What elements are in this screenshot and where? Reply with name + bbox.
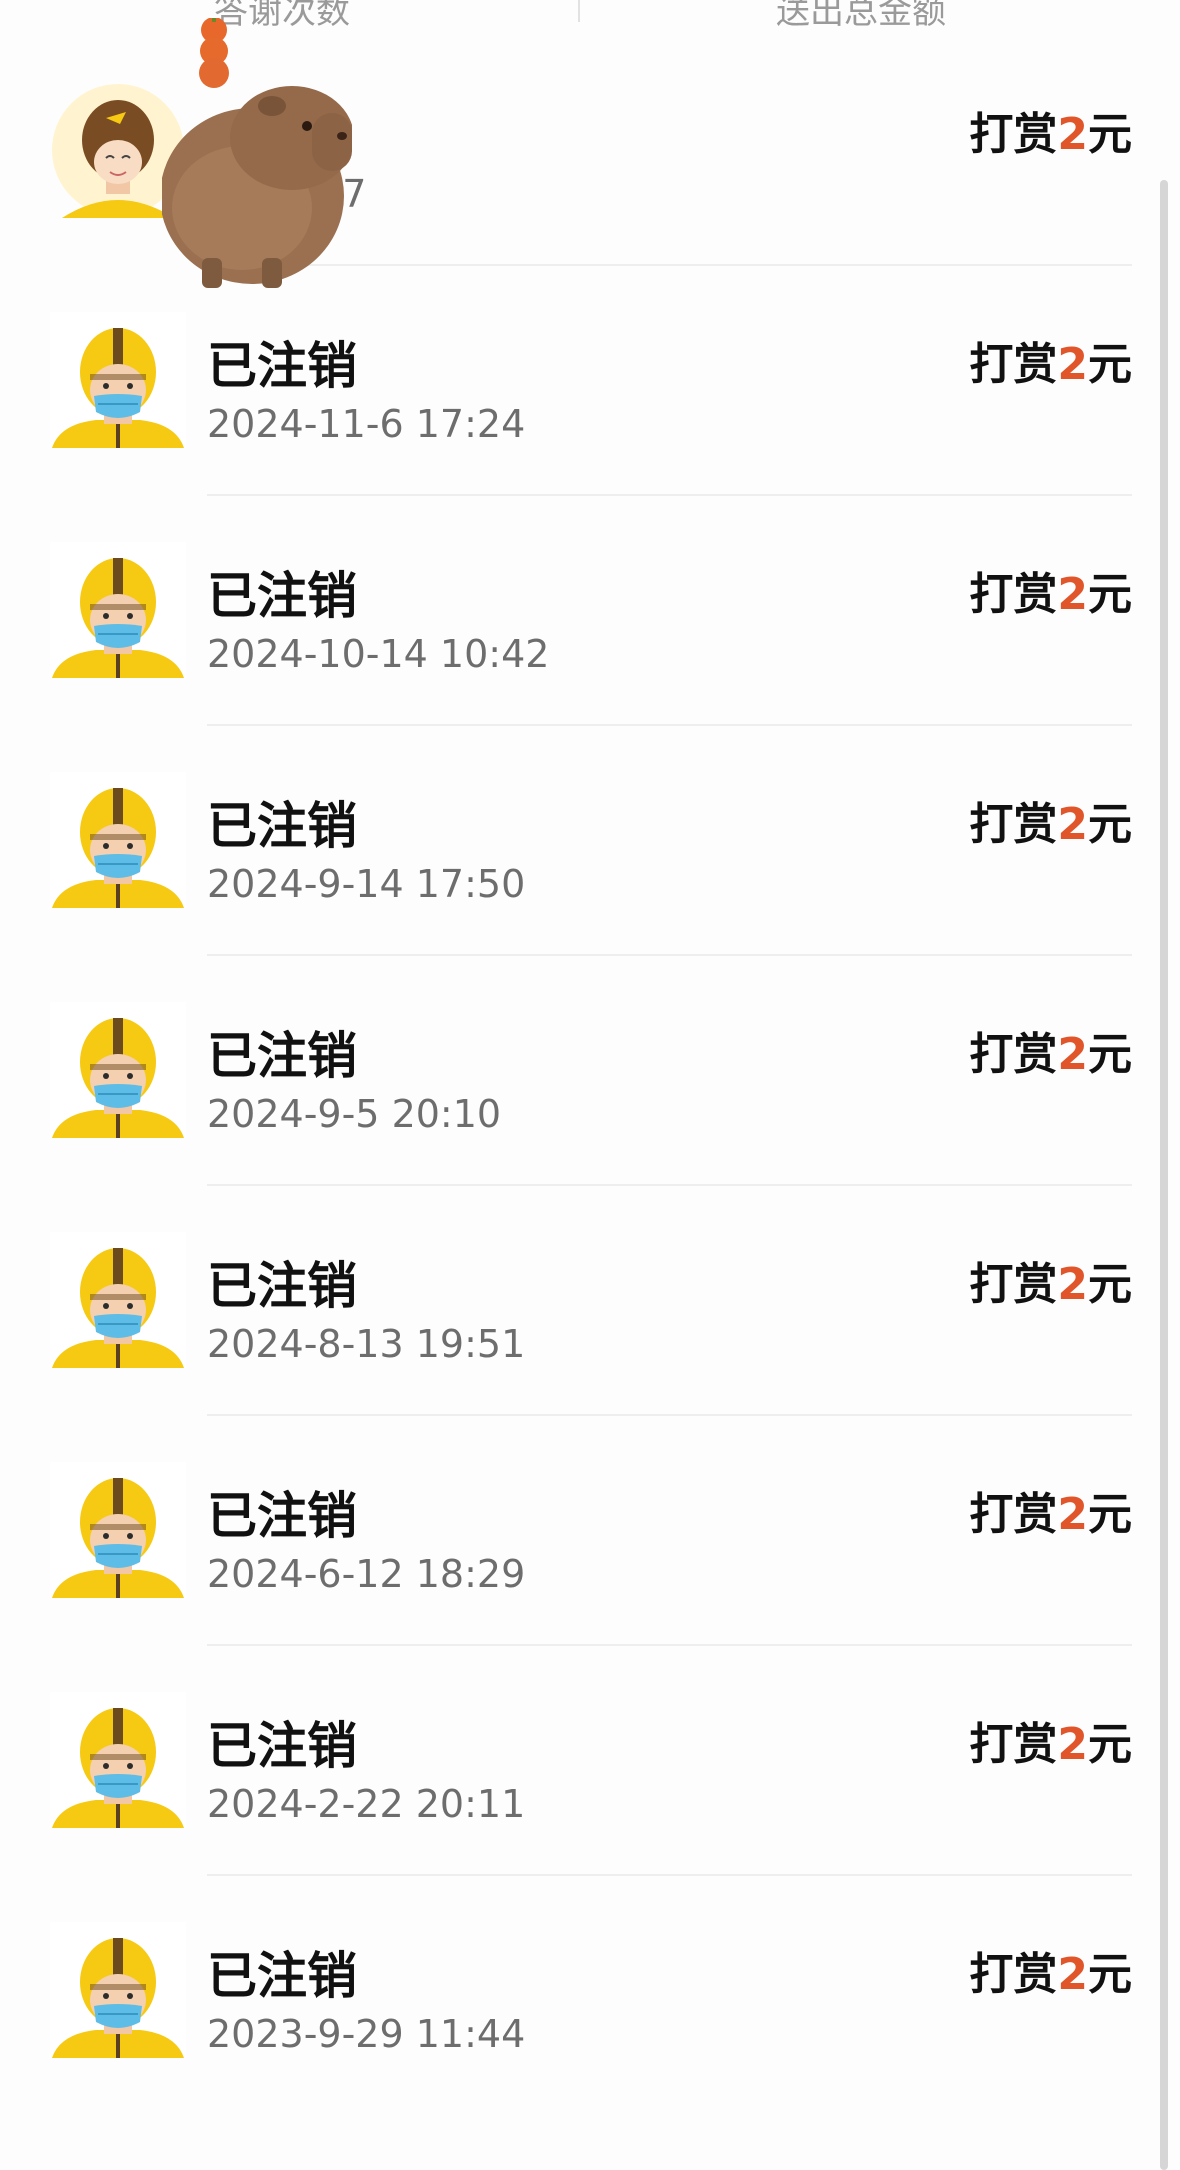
courier-avatar-masked-icon[interactable] (50, 542, 186, 678)
tip-amount: 打赏2元 (969, 328, 1132, 392)
capybara-sticker-icon (162, 18, 352, 288)
tip-unit: 元 (1088, 1489, 1132, 1540)
tip-unit: 元 (1088, 1259, 1132, 1310)
tip-amount: 打赏2元 (969, 1708, 1132, 1772)
tip-value: 2 (1057, 1719, 1088, 1770)
courier-avatar-masked-icon[interactable] (50, 1002, 186, 1138)
tip-value: 2 (1057, 1489, 1088, 1540)
header-divider (578, 0, 580, 22)
user-name: 已注销 (207, 1027, 357, 1085)
user-name: 已注销 (207, 797, 357, 855)
list-item[interactable]: 已注销 2024-10-14 10:42 打赏2元 (0, 496, 1180, 726)
tip-value: 2 (1057, 109, 1088, 160)
user-name: 已注销 (207, 1717, 357, 1775)
user-name: 已注销 (207, 1257, 357, 1315)
list-item[interactable]: 已注销 2024-2-22 20:11 打赏2元 (0, 1646, 1180, 1876)
tip-timestamp: 2023-9-29 11:44 (207, 2012, 526, 2056)
tip-amount: 打赏2元 (969, 98, 1132, 162)
tip-value: 2 (1057, 1949, 1088, 2000)
tip-prefix: 打赏 (969, 569, 1058, 620)
courier-avatar-masked-icon[interactable] (50, 1922, 186, 2058)
tip-timestamp: 2024-2-22 20:11 (207, 1782, 526, 1826)
tip-prefix: 打赏 (969, 1029, 1058, 1080)
tip-unit: 元 (1088, 1719, 1132, 1770)
tip-prefix: 打赏 (969, 1259, 1058, 1310)
tip-unit: 元 (1088, 799, 1132, 850)
courier-avatar-masked-icon[interactable] (50, 772, 186, 908)
courier-avatar-masked-icon[interactable] (50, 1462, 186, 1598)
tip-value: 2 (1057, 799, 1088, 850)
tip-timestamp: 2024-9-5 20:10 (207, 1092, 502, 1136)
tip-unit: 元 (1088, 339, 1132, 390)
list-item[interactable]: 已注销 2024-8-13 19:51 打赏2元 (0, 1186, 1180, 1416)
tip-value: 2 (1057, 569, 1088, 620)
tip-amount: 打赏2元 (969, 558, 1132, 622)
tip-value: 2 (1057, 339, 1088, 390)
tip-prefix: 打赏 (969, 1719, 1058, 1770)
tip-amount: 打赏2元 (969, 1018, 1132, 1082)
tip-timestamp: 2024-6-12 18:29 (207, 1552, 526, 1596)
tip-timestamp: 2024-8-13 19:51 (207, 1322, 526, 1366)
tip-amount: 打赏2元 (969, 1248, 1132, 1312)
list-item[interactable]: 已注销 2024-9-5 20:10 打赏2元 (0, 956, 1180, 1186)
tip-timestamp: 2024-11-6 17:24 (207, 402, 526, 446)
tip-amount: 打赏2元 (969, 1938, 1132, 2002)
tip-value: 2 (1057, 1029, 1088, 1080)
tip-timestamp: 2024-9-14 17:50 (207, 862, 526, 906)
tip-prefix: 打赏 (969, 1949, 1058, 2000)
list-item[interactable]: 已注销 2024-11-6 17:24 打赏2元 (0, 266, 1180, 496)
courier-avatar-masked-icon[interactable] (50, 312, 186, 448)
tip-prefix: 打赏 (969, 1489, 1058, 1540)
tip-prefix: 打赏 (969, 339, 1058, 390)
tip-unit: 元 (1088, 1949, 1132, 2000)
user-name: 已注销 (207, 1947, 357, 2005)
scrollbar[interactable] (1160, 180, 1168, 2170)
user-name: 已注销 (207, 1487, 357, 1545)
courier-avatar-masked-icon[interactable] (50, 1692, 186, 1828)
tip-prefix: 打赏 (969, 799, 1058, 850)
list-item[interactable]: 已注销 2024-6-12 18:29 打赏2元 (0, 1416, 1180, 1646)
tip-amount: 打赏2元 (969, 788, 1132, 852)
total-amount-label: 送出总金额 (776, 0, 946, 32)
tip-prefix: 打赏 (969, 109, 1058, 160)
tip-amount: 打赏2元 (969, 1478, 1132, 1542)
user-name: 已注销 (207, 567, 357, 625)
courier-avatar-masked-icon[interactable] (50, 1232, 186, 1368)
tip-unit: 元 (1088, 1029, 1132, 1080)
tip-unit: 元 (1088, 109, 1132, 160)
tip-unit: 元 (1088, 569, 1132, 620)
user-name: 已注销 (207, 337, 357, 395)
tip-timestamp: 2024-10-14 10:42 (207, 632, 550, 676)
tip-value: 2 (1057, 1259, 1088, 1310)
list-item[interactable]: 已注销 2024-9-14 17:50 打赏2元 (0, 726, 1180, 956)
list-item[interactable]: 已注销 2023-9-29 11:44 打赏2元 (0, 1876, 1180, 2106)
